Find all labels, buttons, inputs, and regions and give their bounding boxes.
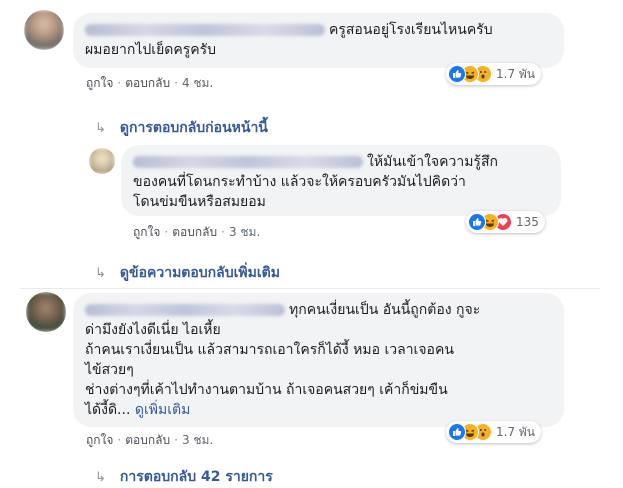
comment-timestamp[interactable]: 4 ชม. [182, 76, 213, 90]
reply-arrow-icon: ↳ [95, 120, 106, 136]
reaction-summary[interactable]: 1.7 พัน [446, 63, 542, 85]
comment-text-line: ทุกคนเงี่ยนเป็น อันนี้ถูกต้อง กูจะ [289, 302, 481, 318]
view-previous-replies[interactable]: ↳ ดูการตอบกลับก่อนหน้านี้ [95, 117, 268, 139]
comment-text-line: ถ้าคนเราเงี่ยนเป็น แล้วสามารถเอาใครก็ได้… [85, 342, 454, 358]
commenter-avatar[interactable] [26, 292, 66, 332]
comment-actions: ถูกใจ · ตอบกลับ · 4 ชม. [86, 76, 214, 90]
view-previous-replies-label: ดูการตอบกลับก่อนหน้านี้ [119, 120, 268, 136]
commenter-avatar[interactable] [24, 10, 64, 50]
comment-bubble: ครูสอนอยู่โรงเรียนไหนครับ ผมอยากไปเย็ดคร… [73, 13, 564, 68]
like-icon [448, 423, 466, 441]
comment-text-line: ได้งี้ดิ... [85, 402, 131, 418]
view-more-replies[interactable]: ↳ ดูข้อความตอบกลับเพิ่มเติม [95, 262, 280, 284]
comment-text-line: ด่ามึงยังไงดีเนี่ย ไอเหี้ย [85, 322, 221, 338]
comment-actions: ถูกใจ · ตอบกลับ · 3 ชม. [133, 225, 261, 239]
view-more-replies-label: ดูข้อความตอบกลับเพิ่มเติม [119, 265, 280, 281]
comment-bubble: ให้มันเข้าใจความรู้สึก ของคนที่โดนกระทำบ… [121, 145, 561, 216]
comment-text-line: ผมอยากไปเย็ดครูครับ [85, 42, 217, 58]
commenter-avatar[interactable] [89, 148, 115, 174]
comment-bubble: ทุกคนเงี่ยนเป็น อันนี้ถูกต้อง กูจะ ด่ามึ… [73, 293, 564, 427]
redacted-author-name [85, 304, 285, 316]
redacted-author-name [133, 156, 363, 168]
like-link[interactable]: ถูกใจ [133, 225, 160, 239]
comment-timestamp[interactable]: 3 ชม. [229, 225, 260, 239]
like-link[interactable]: ถูกใจ [86, 76, 113, 90]
like-icon [448, 65, 466, 83]
comment-divider [20, 288, 600, 289]
comment-actions: ถูกใจ · ตอบกลับ · 3 ชม. [86, 433, 214, 447]
comment-text-line: ไข้สวยๆ [85, 362, 134, 378]
reply-link[interactable]: ตอบกลับ [125, 433, 170, 447]
redacted-author-name [85, 24, 325, 36]
reaction-summary[interactable]: 135 [466, 211, 545, 233]
reply-arrow-icon: ↳ [95, 265, 106, 281]
see-more-link[interactable]: ดูเพิ่มเติม [135, 402, 190, 418]
reaction-count: 1.7 พัน [496, 424, 536, 439]
comment-text-line: ของคนที่โดนกระทำบ้าง แล้วจะให้ครอบครัวมั… [133, 174, 466, 190]
like-icon [468, 213, 486, 231]
like-link[interactable]: ถูกใจ [86, 433, 113, 447]
reaction-count: 135 [516, 215, 539, 229]
reply-arrow-icon: ↳ [95, 469, 106, 485]
comment-timestamp[interactable]: 3 ชม. [182, 433, 213, 447]
reply-link[interactable]: ตอบกลับ [125, 76, 170, 90]
comment-text-line: ให้มันเข้าใจความรู้สึก [367, 154, 498, 170]
comment-text-line: ครูสอนอยู่โรงเรียนไหนครับ [329, 22, 493, 38]
reply-link[interactable]: ตอบกลับ [172, 225, 217, 239]
reaction-summary[interactable]: 1.7 พัน [446, 421, 542, 443]
reaction-count: 1.7 พัน [496, 66, 536, 81]
comment-text-line: ช่างต่างๆที่เค้าไปทำงานตามบ้าน ถ้าเจอคนส… [85, 382, 448, 398]
comment-text-line: โดนข่มขืนหรือสมยอม [133, 194, 266, 210]
